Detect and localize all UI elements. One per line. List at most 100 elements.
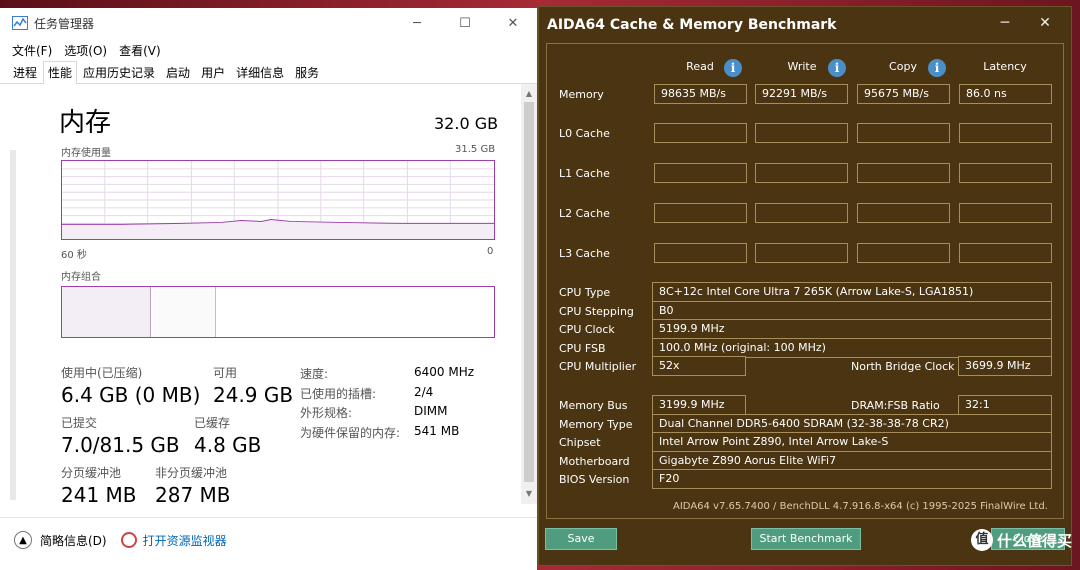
aida64-window: AIDA64 Cache & Memory Benchmark ─ ✕ Read… xyxy=(538,6,1072,566)
close-button[interactable]: ✕ xyxy=(489,8,537,38)
aida-close-button[interactable]: ✕ xyxy=(1025,15,1065,31)
info-icon[interactable]: i xyxy=(928,59,946,77)
usage-graph-svg xyxy=(62,161,494,239)
cpu-fsb-label: CPU FSB xyxy=(559,342,606,355)
vertical-scrollbar[interactable]: ▲ ▼ xyxy=(521,84,537,504)
cpu-type-label: CPU Type xyxy=(559,286,611,299)
memory-latency-value: 86.0 ns xyxy=(959,84,1052,104)
l3-latency-value xyxy=(959,243,1052,263)
row-l0-label: L0 Cache xyxy=(559,127,610,140)
menu-file[interactable]: 文件(F) xyxy=(12,42,52,59)
dram-ratio-label: DRAM:FSB Ratio xyxy=(851,399,940,412)
minimize-button[interactable]: ─ xyxy=(393,8,441,38)
window-title: 任务管理器 xyxy=(34,16,95,31)
stat-available: 可用 24.9 GB xyxy=(213,364,293,407)
available-value: 24.9 GB xyxy=(213,383,294,407)
l1-read-value xyxy=(654,163,747,183)
cpu-type-value: 8C+12c Intel Core Ultra 7 265K (Arrow La… xyxy=(652,282,1052,302)
memory-read-value: 98635 MB/s xyxy=(654,84,747,104)
tab-bar: 进程 性能 应用历史记录 启动 用户 详细信息 服务 xyxy=(0,61,537,84)
memory-bus-label: Memory Bus xyxy=(559,399,628,412)
l1-copy-value xyxy=(857,163,950,183)
slots-value: 2/4 xyxy=(414,385,434,399)
bios-value: F20 xyxy=(652,469,1052,489)
l2-write-value xyxy=(755,203,848,223)
memory-bus-value: 3199.9 MHz xyxy=(652,395,746,415)
l2-latency-value xyxy=(959,203,1052,223)
total-memory: 32.0 GB xyxy=(434,114,499,133)
nonpaged-label: 非分页缓冲池 xyxy=(155,466,228,480)
tab-users[interactable]: 用户 xyxy=(196,61,230,83)
start-benchmark-button[interactable]: Start Benchmark xyxy=(751,528,861,550)
aida-copyright: AIDA64 v7.65.7400 / BenchDLL 4.7.916.8-x… xyxy=(673,501,1048,512)
cached-value: 4.8 GB xyxy=(194,433,262,457)
menu-options[interactable]: 选项(O) xyxy=(64,42,107,59)
scroll-thumb[interactable] xyxy=(524,102,534,482)
aida-window-title: AIDA64 Cache & Memory Benchmark xyxy=(547,17,837,33)
tab-services[interactable]: 服务 xyxy=(290,61,324,83)
watermark-logo-icon: 值 xyxy=(970,529,993,551)
menu-view[interactable]: 查看(V) xyxy=(119,42,161,59)
menu-bar: 文件(F) 选项(O) 查看(V) xyxy=(0,38,537,62)
tab-startup[interactable]: 启动 xyxy=(161,61,195,83)
aida-window-controls: ─ ✕ xyxy=(985,15,1065,31)
col-read: Read xyxy=(686,60,714,73)
watermark: 值 什么值得买 xyxy=(970,529,1072,551)
speed-label: 速度: xyxy=(300,367,329,381)
tab-app-history[interactable]: 应用历史记录 xyxy=(78,61,160,83)
cpu-stepping-label: CPU Stepping xyxy=(559,305,634,318)
nb-clock-label: North Bridge Clock xyxy=(851,360,955,373)
committed-value: 7.0/81.5 GB xyxy=(61,433,180,457)
memory-composition-bar xyxy=(61,286,495,338)
dram-ratio-value: 32:1 xyxy=(958,395,1052,415)
fewer-details-link[interactable]: 简略信息(D) xyxy=(40,532,107,549)
l1-latency-value xyxy=(959,163,1052,183)
reserved-label: 为硬件保留的内存: xyxy=(300,426,401,440)
task-manager-footer: ▲ 简略信息(D) 打开资源监视器 xyxy=(0,517,537,562)
memory-type-value: Dual Channel DDR5-6400 SDRAM (32-38-38-7… xyxy=(652,414,1052,434)
scroll-up-icon[interactable]: ▲ xyxy=(521,86,537,102)
info-icon[interactable]: i xyxy=(828,59,846,77)
form-factor-value: DIMM xyxy=(414,404,448,418)
l0-latency-value xyxy=(959,123,1052,143)
row-l3-label: L3 Cache xyxy=(559,247,610,260)
watermark-text: 什么值得买 xyxy=(996,531,1072,550)
l3-write-value xyxy=(755,243,848,263)
memory-usage-graph xyxy=(61,160,495,240)
col-latency: Latency xyxy=(983,60,1027,73)
axis-left-label: 60 秒 xyxy=(61,250,87,261)
memory-copy-value: 95675 MB/s xyxy=(857,84,950,104)
l1-write-value xyxy=(755,163,848,183)
cpu-clock-label: CPU Clock xyxy=(559,323,615,336)
stat-cached: 已缓存 4.8 GB xyxy=(194,414,261,457)
in-use-value: 6.4 GB (0 MB) xyxy=(61,383,201,407)
aida-minimize-button[interactable]: ─ xyxy=(985,15,1025,31)
cached-label: 已缓存 xyxy=(194,416,231,430)
form-factor-label: 外形规格: xyxy=(300,406,353,420)
info-icon[interactable]: i xyxy=(724,59,742,77)
scroll-down-icon[interactable]: ▼ xyxy=(521,486,537,502)
tab-performance[interactable]: 性能 xyxy=(43,61,78,84)
stat-paged-pool: 分页缓冲池 241 MB xyxy=(61,464,137,507)
sidebar-scroll[interactable] xyxy=(10,150,16,500)
speed-value: 6400 MHz xyxy=(414,365,475,379)
row-l1-label: L1 Cache xyxy=(559,167,610,180)
cpu-multiplier-label: CPU Multiplier xyxy=(559,360,637,373)
memory-type-label: Memory Type xyxy=(559,418,633,431)
maximize-button[interactable]: ☐ xyxy=(441,8,489,38)
resource-monitor-icon xyxy=(120,532,137,548)
motherboard-label: Motherboard xyxy=(559,455,630,468)
window-controls: ─ ☐ ✕ xyxy=(393,8,537,38)
cpu-clock-value: 5199.9 MHz xyxy=(652,319,1052,339)
chipset-label: Chipset xyxy=(559,436,601,449)
tab-processes[interactable]: 进程 xyxy=(8,61,42,83)
open-resource-monitor-link[interactable]: 打开资源监视器 xyxy=(143,532,227,549)
row-memory-label: Memory xyxy=(559,88,604,101)
nonpaged-value: 287 MB xyxy=(155,483,231,507)
save-button[interactable]: Save xyxy=(545,528,617,550)
in-use-label: 使用中(已压缩) xyxy=(61,366,143,380)
chevron-up-icon[interactable]: ▲ xyxy=(14,531,32,549)
axis-right-label: 0 xyxy=(487,246,494,257)
committed-label: 已提交 xyxy=(61,416,98,430)
tab-details[interactable]: 详细信息 xyxy=(231,61,289,83)
